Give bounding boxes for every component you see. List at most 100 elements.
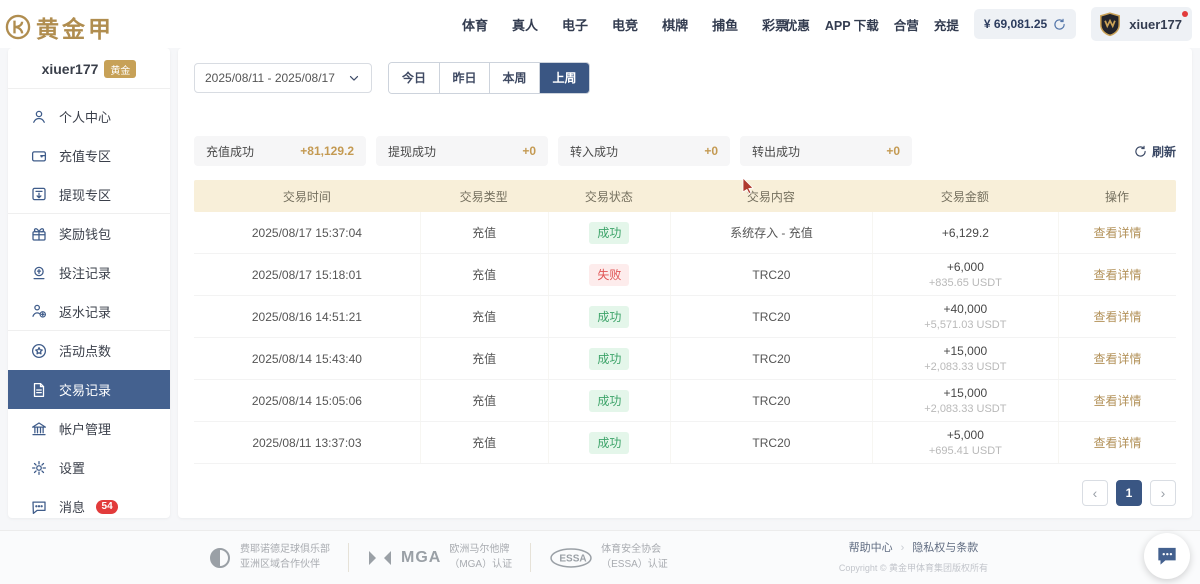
bank-icon <box>30 420 48 438</box>
footer-link[interactable]: 隐私权与条款 <box>901 539 979 555</box>
sidebar-item[interactable]: 奖励钱包 <box>8 214 170 253</box>
nav-item[interactable]: 电竞 <box>612 15 638 34</box>
sidebar-item[interactable]: 提现专区 <box>8 175 170 214</box>
customer-service-button[interactable] <box>1144 533 1190 579</box>
date-range-value: 2025/08/11 - 2025/08/17 <box>205 71 335 85</box>
view-details-link[interactable]: 查看详情 <box>1094 434 1142 451</box>
sidebar-username: xiuer177 <box>42 61 99 77</box>
status-badge: 成功 <box>589 306 629 328</box>
status-badge: 成功 <box>589 432 629 454</box>
period-tab[interactable]: 本周 <box>489 63 539 93</box>
nav-item[interactable]: 真人 <box>512 15 538 34</box>
nav-item[interactable]: 棋牌 <box>662 15 688 34</box>
withdraw-icon <box>30 185 48 203</box>
summary-row: 充值成功 +81,129.2 提现成功 +0 转入成功 +0 转出成功 +0 刷… <box>194 136 1176 166</box>
table-row: 2025/08/14 15:43:40 充值 成功 TRC20 +15,000 … <box>194 338 1176 380</box>
cell-type: 充值 <box>420 296 548 337</box>
table-header-cell: 交易类型 <box>420 188 548 205</box>
cell-content: 系统存入 - 充值 <box>670 212 871 253</box>
header-link[interactable]: 充提 <box>934 15 959 34</box>
sidebar-item[interactable]: 设置 <box>8 448 170 487</box>
cell-action: 查看详情 <box>1058 296 1176 337</box>
view-details-link[interactable]: 查看详情 <box>1094 350 1142 367</box>
cell-content: TRC20 <box>670 422 871 463</box>
doc-icon <box>30 381 48 399</box>
amount-main: +15,000 <box>943 386 987 400</box>
cell-type: 充值 <box>420 422 548 463</box>
cell-time: 2025/08/14 15:05:06 <box>194 380 420 421</box>
header-link[interactable]: 合营 <box>894 15 919 34</box>
amount-usdt: +2,083.33 USDT <box>924 361 1006 373</box>
header-link[interactable]: 优惠 <box>785 15 810 34</box>
sidebar-item[interactable]: 帐户管理 <box>8 409 170 448</box>
refresh-label: 刷新 <box>1152 143 1176 160</box>
table-header-row: 交易时间 交易类型 交易状态 交易内容 交易金额 操作 <box>194 180 1176 212</box>
filters-row: 2025/08/11 - 2025/08/17 今日 昨日 本周 上周 <box>194 62 1176 94</box>
view-details-link[interactable]: 查看详情 <box>1094 392 1142 409</box>
amount-usdt: +2,083.33 USDT <box>924 403 1006 415</box>
date-range-select[interactable]: 2025/08/11 - 2025/08/17 <box>194 63 372 93</box>
nav-item[interactable]: 电子 <box>562 15 588 34</box>
cell-time: 2025/08/17 15:37:04 <box>194 212 420 253</box>
balance-refresh-icon[interactable] <box>1053 18 1066 31</box>
period-tab[interactable]: 今日 <box>389 63 439 93</box>
table-header-cell: 操作 <box>1058 188 1176 205</box>
sidebar-item[interactable]: 活动点数 <box>8 331 170 370</box>
period-tab[interactable]: 昨日 <box>439 63 489 93</box>
prev-page-button[interactable]: ‹ <box>1082 480 1108 506</box>
next-page-button[interactable]: › <box>1150 480 1176 506</box>
refresh-button[interactable]: 刷新 <box>1134 143 1176 160</box>
sidebar-item[interactable]: 投注记录 <box>8 253 170 292</box>
view-details-link[interactable]: 查看详情 <box>1094 308 1142 325</box>
view-details-link[interactable]: 查看详情 <box>1094 266 1142 283</box>
sidebar-item[interactable]: 消息 54 <box>8 487 170 526</box>
feyenoord-icon <box>208 546 232 570</box>
balance-display[interactable]: ¥ 69,081.25 <box>974 9 1076 39</box>
nav-item[interactable]: 体育 <box>462 15 488 34</box>
summary-pill: 充值成功 +81,129.2 <box>194 136 366 166</box>
rebate-icon <box>30 302 48 320</box>
cell-action: 查看详情 <box>1058 254 1176 295</box>
sidebar: xiuer177 黄金 个人中心 充值专区 提现专区 <box>8 48 170 518</box>
cell-content: TRC20 <box>670 338 871 379</box>
footer-link[interactable]: 帮助中心 <box>849 539 893 555</box>
gear-icon <box>30 459 48 477</box>
certification-item: ESSA 体育安全协会 （ESSA）认证 <box>530 543 686 572</box>
status-badge: 成功 <box>589 390 629 412</box>
header-link[interactable]: APP 下载 <box>825 15 879 34</box>
sidebar-item[interactable]: 充值专区 <box>8 136 170 175</box>
brand-logo[interactable]: 黄金甲 <box>4 10 114 44</box>
user-icon <box>30 108 48 126</box>
balance-amount: ¥ 69,081.25 <box>984 17 1047 31</box>
cell-type: 充值 <box>420 338 548 379</box>
amount-usdt: +5,571.03 USDT <box>924 319 1006 331</box>
sidebar-item[interactable]: 交易记录 <box>8 370 170 409</box>
table-row: 2025/08/17 15:18:01 充值 失败 TRC20 +6,000 +… <box>194 254 1176 296</box>
cell-status: 成功 <box>548 212 671 253</box>
footer-links: 帮助中心 隐私权与条款 <box>839 539 988 555</box>
view-details-link[interactable]: 查看详情 <box>1094 224 1142 241</box>
cell-status: 成功 <box>548 422 671 463</box>
chat-icon <box>30 498 48 516</box>
cell-action: 查看详情 <box>1058 422 1176 463</box>
nav-item[interactable]: 捕鱼 <box>712 15 738 34</box>
cell-action: 查看详情 <box>1058 212 1176 253</box>
chevron-down-icon <box>347 71 361 85</box>
amount-main: +6,129.2 <box>942 226 989 240</box>
essa-icon: ESSA <box>549 546 593 570</box>
chat-bubble-icon <box>1154 543 1180 569</box>
user-menu[interactable]: xiuer177 <box>1091 7 1192 41</box>
mga-icon <box>367 546 393 570</box>
sidebar-item[interactable]: 返水记录 <box>8 292 170 331</box>
footer-certifications: 费耶诺德足球俱乐部 亚洲区域合作伙伴 MGA 欧洲马尔他牌 （MGA）认证 ES… <box>208 543 686 572</box>
wallet-icon <box>30 147 48 165</box>
svg-text:ESSA: ESSA <box>559 553 586 564</box>
cell-time: 2025/08/14 15:43:40 <box>194 338 420 379</box>
period-tab[interactable]: 上周 <box>539 63 589 93</box>
cell-status: 成功 <box>548 380 671 421</box>
table-row: 2025/08/11 13:37:03 充值 成功 TRC20 +5,000 +… <box>194 422 1176 464</box>
table-row: 2025/08/17 15:37:04 充值 成功 系统存入 - 充值 +6,1… <box>194 212 1176 254</box>
page-number-button[interactable]: 1 <box>1116 480 1142 506</box>
sidebar-item[interactable]: 个人中心 <box>8 97 170 136</box>
amount-main: +40,000 <box>943 302 987 316</box>
